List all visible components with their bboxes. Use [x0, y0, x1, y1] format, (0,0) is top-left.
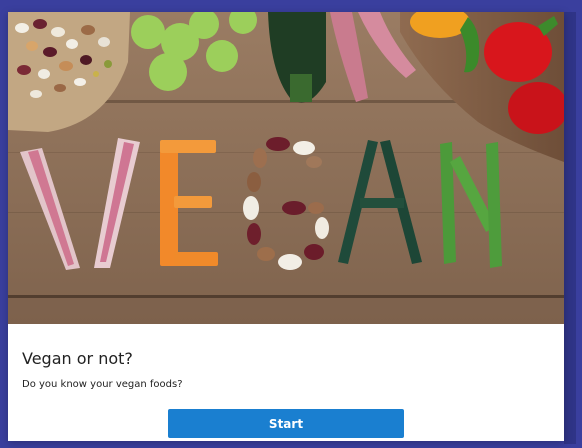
quiz-title: Vegan or not?	[22, 349, 133, 368]
frame-shadow	[564, 12, 576, 444]
start-button[interactable]: Start	[168, 409, 404, 438]
card-content: Vegan or not? Do you know your vegan foo…	[8, 324, 564, 441]
quiz-subtitle: Do you know your vegan foods?	[22, 379, 183, 390]
hero-image	[8, 12, 564, 324]
quiz-card: Vegan or not? Do you know your vegan foo…	[8, 12, 564, 441]
